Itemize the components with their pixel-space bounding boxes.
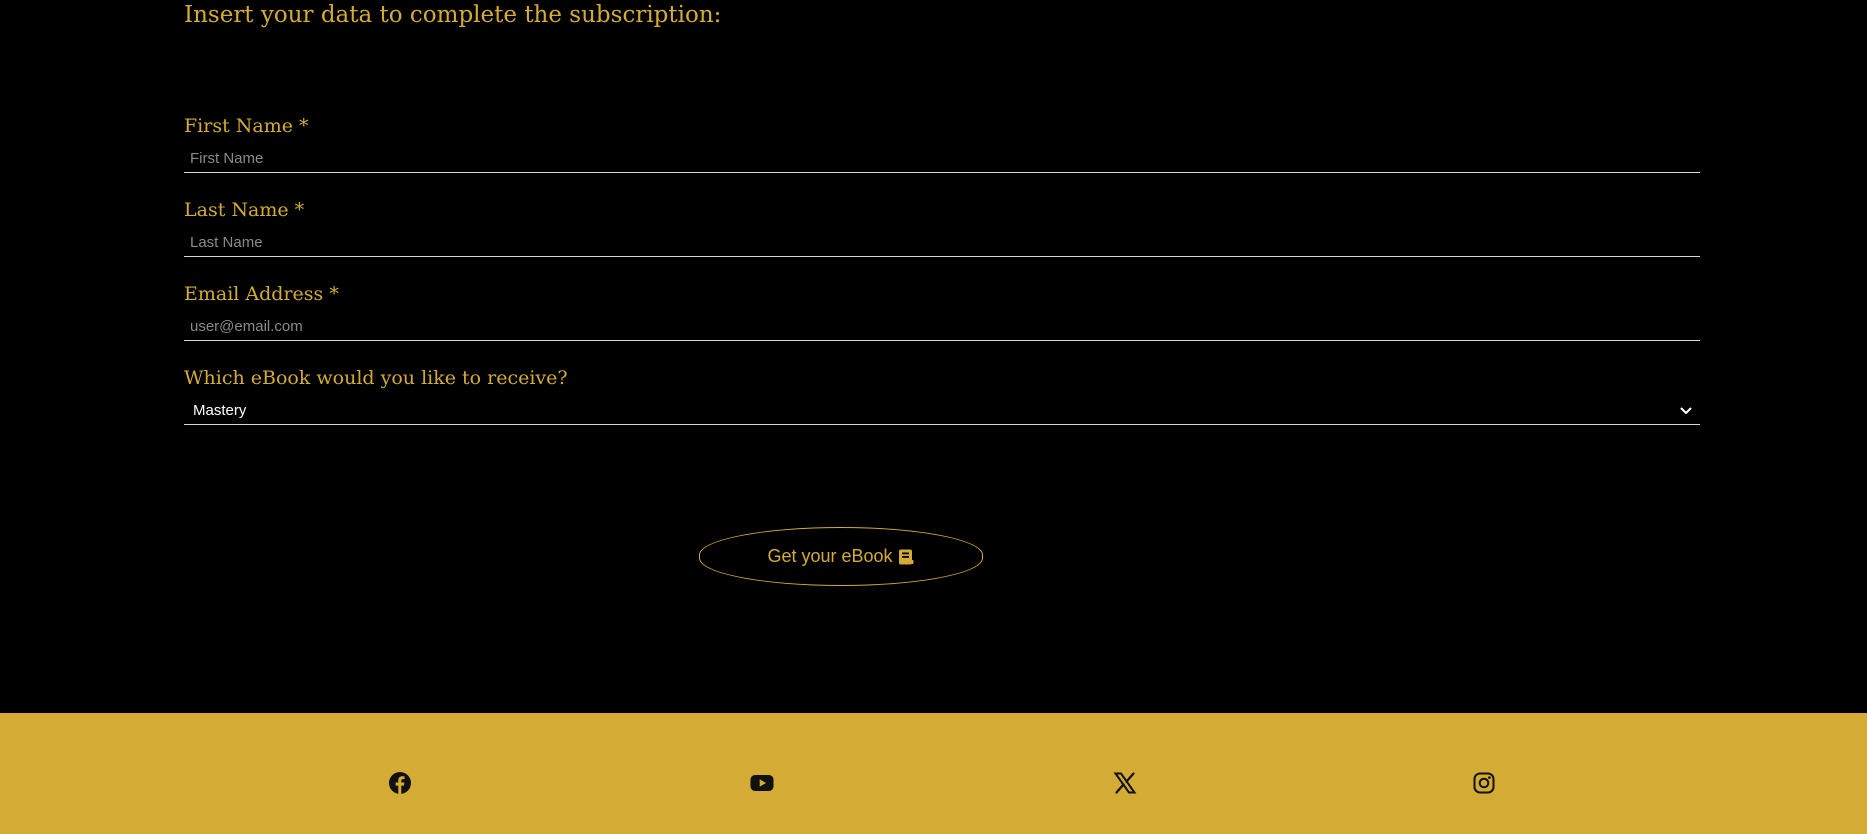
youtube-icon — [750, 775, 774, 791]
first-name-input[interactable] — [184, 145, 1700, 173]
ebook-select[interactable]: Mastery — [184, 397, 1700, 425]
book-icon — [898, 549, 914, 564]
last-name-input[interactable] — [184, 229, 1700, 257]
email-group: Email Address * — [184, 283, 1700, 343]
first-name-group: First Name * — [184, 115, 1700, 175]
chevron-down-icon — [1680, 407, 1692, 414]
youtube-link[interactable] — [750, 771, 774, 795]
first-name-label: First Name * — [184, 115, 309, 137]
x-icon — [1113, 772, 1137, 794]
facebook-link[interactable] — [388, 771, 412, 795]
last-name-label: Last Name * — [184, 199, 305, 221]
ebook-selected-value: Mastery — [193, 402, 247, 419]
x-link[interactable] — [1113, 771, 1137, 795]
ebook-label: Which eBook would you like to receive? — [184, 367, 568, 389]
email-input[interactable] — [184, 313, 1700, 341]
last-name-group: Last Name * — [184, 199, 1700, 259]
facebook-icon — [389, 772, 411, 794]
page: Insert your data to complete the subscri… — [0, 0, 1867, 834]
email-label: Email Address * — [184, 283, 339, 305]
instagram-icon — [1473, 772, 1495, 794]
footer — [0, 713, 1867, 834]
form-intro: Insert your data to complete the subscri… — [184, 2, 722, 28]
get-ebook-button[interactable]: Get your eBook — [699, 527, 983, 586]
ebook-group: Which eBook would you like to receive? M… — [184, 367, 1700, 427]
get-ebook-button-label: Get your eBook — [767, 546, 893, 566]
instagram-link[interactable] — [1472, 771, 1496, 795]
